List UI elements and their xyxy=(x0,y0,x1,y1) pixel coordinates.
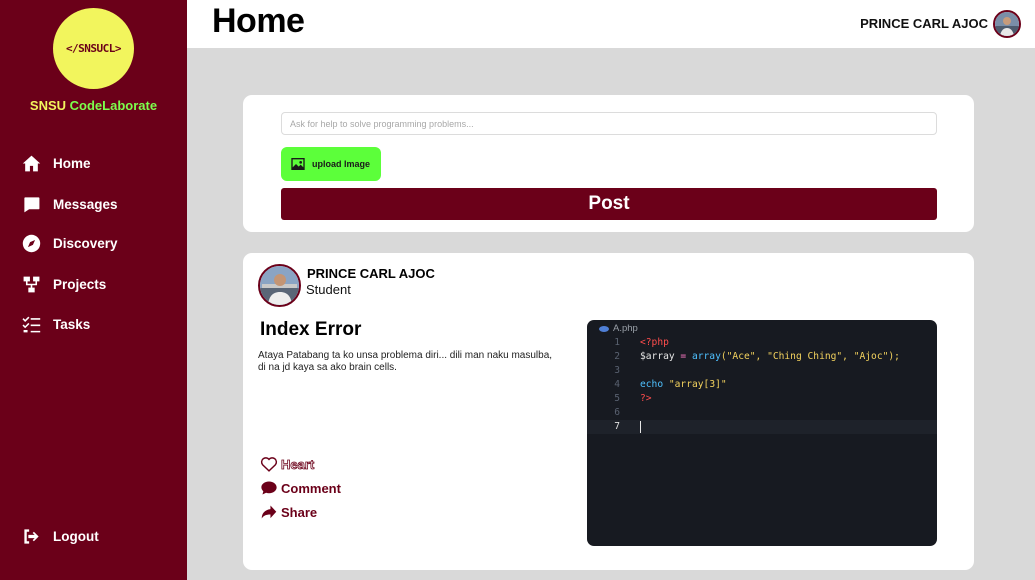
sidebar-item-tasks[interactable]: Tasks xyxy=(22,315,90,334)
share-button[interactable]: Share xyxy=(260,504,317,520)
code-line: 4 echo "array[3]" xyxy=(587,378,937,392)
question-input[interactable] xyxy=(281,112,937,135)
sidebar-item-label: Discovery xyxy=(53,236,118,251)
share-label: Share xyxy=(281,504,318,520)
logout-icon xyxy=(24,529,39,544)
sidebar-item-label: Projects xyxy=(53,277,107,292)
compass-icon xyxy=(22,234,41,253)
author-photo xyxy=(260,266,299,305)
author-role: Student xyxy=(306,282,351,297)
avatar[interactable] xyxy=(993,10,1021,38)
diagram-icon xyxy=(23,276,40,293)
code-text: <?php xyxy=(640,336,669,350)
top-bar: Home PRINCE CARL AJOC xyxy=(187,0,1035,48)
post-composer: upload Image Post xyxy=(243,95,974,232)
upload-image-label: upload Image xyxy=(312,159,371,169)
logout-label: Logout xyxy=(53,529,99,544)
code-token: echo xyxy=(640,379,664,390)
brand-name: SNSU CodeLaborate xyxy=(0,98,187,113)
post-title: Index Error xyxy=(260,319,362,340)
sidebar-item-label: Home xyxy=(53,156,91,171)
code-token: array xyxy=(691,351,721,362)
php-file-icon xyxy=(599,325,609,332)
text-caret xyxy=(640,421,641,433)
code-editor[interactable]: A.php 1 <?php 2 $array = array("Ace", "C… xyxy=(587,320,937,546)
file-name: A.php xyxy=(613,323,638,334)
brand-name-part1: SNSU xyxy=(29,98,70,113)
file-tab[interactable]: A.php xyxy=(599,323,638,334)
comment-icon xyxy=(261,481,277,495)
line-number: 7 xyxy=(614,421,620,432)
code-line: 2 $array = array("Ace", "Ching Ching", "… xyxy=(587,350,937,364)
code-text: $array = array("Ace", "Ching Ching", "Aj… xyxy=(640,350,900,364)
logout-button[interactable]: Logout xyxy=(22,527,99,546)
code-text: echo "array[3]" xyxy=(640,378,727,392)
logo-text: </SNSUCL> xyxy=(65,42,122,55)
heart-icon xyxy=(260,457,278,472)
heart-label: Heart xyxy=(281,456,315,472)
sidebar-item-label: Messages xyxy=(53,197,118,212)
image-icon xyxy=(291,158,305,170)
line-number: 3 xyxy=(614,365,620,376)
code-token: <?php xyxy=(640,337,669,348)
heart-button[interactable]: Heart xyxy=(260,456,315,472)
page-title: Home xyxy=(212,2,305,40)
line-number: 5 xyxy=(614,393,620,404)
sidebar-item-label: Tasks xyxy=(53,317,91,332)
current-user-name[interactable]: PRINCE CARL AJOC xyxy=(860,16,988,31)
post-body: Ataya Patabang ta ko unsa problema diri.… xyxy=(258,350,553,373)
line-number: 2 xyxy=(614,351,620,362)
code-token: $array xyxy=(640,351,675,362)
code-line-active[interactable]: 7 xyxy=(587,420,937,434)
logo[interactable]: </SNSUCL> xyxy=(53,8,134,89)
sidebar-item-projects[interactable]: Projects xyxy=(22,275,106,294)
author-name[interactable]: PRINCE CARL AJOC xyxy=(307,266,435,281)
list-check-icon xyxy=(22,316,41,333)
author-avatar[interactable] xyxy=(258,264,301,307)
code-token: ("Ace", "Ching Ching", "Ajoc"); xyxy=(720,351,900,362)
share-icon xyxy=(261,505,277,519)
code-text: ?> xyxy=(640,392,652,406)
sidebar-item-messages[interactable]: Messages xyxy=(22,195,118,214)
code-line: 3 xyxy=(587,364,937,378)
line-number: 6 xyxy=(614,407,620,418)
code-line: 1 <?php xyxy=(587,336,937,350)
feed-post: PRINCE CARL AJOC Student Index Error Ata… xyxy=(243,253,974,570)
line-number: 1 xyxy=(614,337,620,348)
message-icon xyxy=(24,197,40,213)
code-line: 6 xyxy=(587,406,937,420)
code-token: "array[3]" xyxy=(663,379,727,390)
brand-name-part2: CodeLaborate xyxy=(69,98,158,113)
code-token: = xyxy=(674,351,692,362)
comment-button[interactable]: Comment xyxy=(260,480,341,496)
code-line: 5 ?> xyxy=(587,392,937,406)
line-number: 4 xyxy=(614,379,620,390)
upload-image-button[interactable]: upload Image xyxy=(281,147,381,181)
code-token: ?> xyxy=(640,393,652,404)
home-icon xyxy=(22,155,41,172)
post-button[interactable]: Post xyxy=(281,188,937,220)
sidebar-item-home[interactable]: Home xyxy=(22,154,91,173)
sidebar: </SNSUCL> SNSU CodeLaborate Home Message… xyxy=(0,0,187,580)
user-photo xyxy=(995,12,1019,36)
comment-label: Comment xyxy=(281,480,341,496)
sidebar-item-discovery[interactable]: Discovery xyxy=(22,234,118,253)
